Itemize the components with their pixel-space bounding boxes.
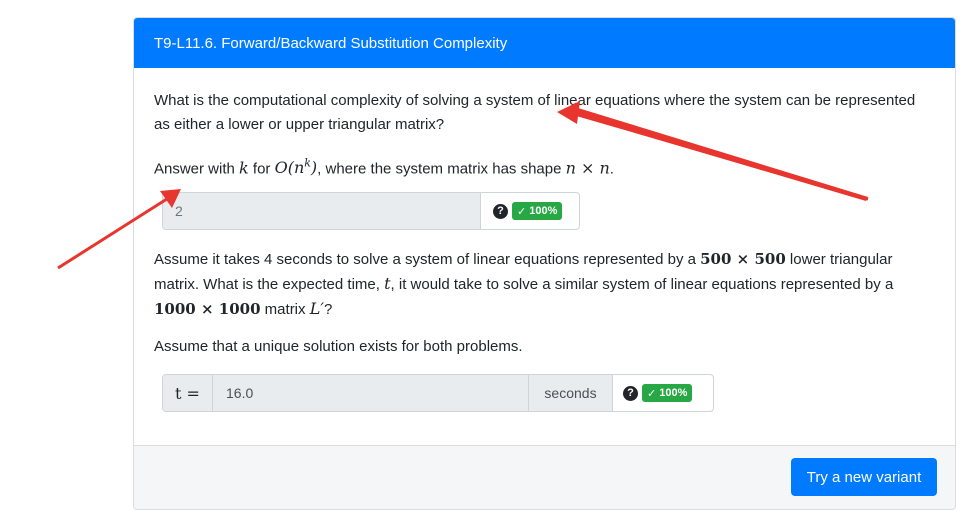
- answer-2-unit: seconds: [529, 375, 613, 411]
- try-new-variant-button[interactable]: Try a new variant: [791, 458, 937, 496]
- answer-2-append: ? ✓ 100%: [613, 375, 693, 411]
- card-body: What is the computational complexity of …: [134, 68, 955, 447]
- question-2-text: Assume it takes 4 seconds to solve a sys…: [154, 250, 894, 318]
- math-L-prime: L′: [309, 299, 324, 318]
- score-badge: ✓ 100%: [642, 384, 693, 402]
- math-dim-1000: 1000 × 1000: [154, 300, 261, 318]
- math-big-o: O(nk): [274, 157, 318, 178]
- answer-1-group: 2 ? ✓ 100%: [162, 192, 580, 230]
- question-1-text: What is the computational complexity of …: [154, 92, 916, 133]
- question-1-instruction: Answer with k for O(nk), where the syste…: [154, 157, 614, 178]
- score-badge: ✓ 100%: [512, 202, 563, 220]
- answer-1-append: ? ✓ 100%: [481, 193, 563, 229]
- card-footer: Try a new variant: [134, 445, 955, 509]
- help-icon[interactable]: ?: [623, 385, 638, 401]
- answer-2-input[interactable]: 16.0: [213, 375, 529, 411]
- question-card: T9-L11.6. Forward/Backward Substitution …: [133, 17, 956, 510]
- card-header: T9-L11.6. Forward/Backward Substitution …: [134, 18, 955, 68]
- math-dim-500: 500 × 500: [700, 250, 786, 268]
- math-shape: n × n: [565, 158, 610, 178]
- check-icon: ✓: [647, 387, 657, 400]
- answer-2-group: t = 16.0 seconds ? ✓ 100%: [162, 374, 714, 412]
- math-k: k: [239, 158, 249, 178]
- answer-1-input[interactable]: 2: [163, 193, 481, 229]
- check-icon: ✓: [517, 205, 527, 218]
- question-2-assumption: Assume that a unique solution exists for…: [154, 338, 523, 355]
- help-icon[interactable]: ?: [493, 203, 508, 219]
- answer-2-prefix: t =: [163, 375, 213, 411]
- question-title: T9-L11.6. Forward/Backward Substitution …: [154, 34, 508, 52]
